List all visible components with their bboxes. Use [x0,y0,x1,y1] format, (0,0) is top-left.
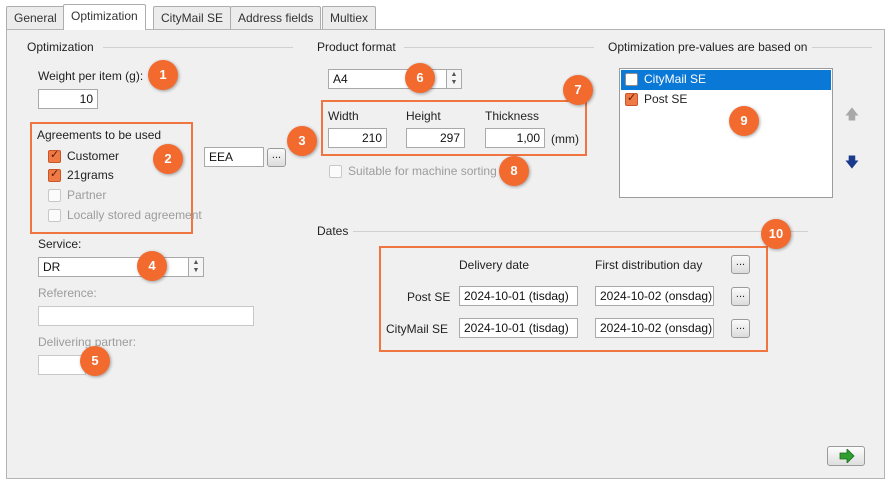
prevalue-postse-checkbox[interactable]: Post SE [625,91,825,108]
width-input[interactable]: 210 [328,128,387,148]
badge-10: 10 [761,219,791,249]
service-label: Service: [38,237,82,251]
service-select[interactable]: DR ▲ ▼ [38,257,204,277]
tab-citymail-se[interactable]: CityMail SE [153,6,232,29]
checkbox-checked-icon [48,167,61,182]
dates-divider [353,231,808,232]
date-row-label-postse: Post SE [407,290,451,304]
prevalue-citymail-label: CityMail SE [644,72,707,86]
move-down-icon[interactable]: 🡇 [844,152,860,176]
postse-dates-browse-button[interactable]: ... [731,287,750,306]
unit-label: (mm) [551,132,579,146]
badge-8: 8 [499,156,529,186]
product-format-section-title: Product format [317,40,396,54]
citymail-delivery-date-input[interactable]: 2024-10-01 (tisdag) [459,318,578,338]
tab-multiex[interactable]: Multiex [322,6,377,29]
postse-first-day-input[interactable]: 2024-10-02 (onsdag) [595,286,714,306]
arrow-right-icon [839,449,855,463]
badge-3: 3 [287,126,317,156]
prevalues-divider [812,47,872,48]
badge-7: 7 [563,75,593,105]
checkbox-unchecked-icon [625,73,638,86]
delivery-date-header: Delivery date [459,258,530,272]
delivering-partner-input[interactable] [38,355,86,375]
prevalue-citymail-checkbox[interactable]: CityMail SE [625,72,825,88]
optimization-divider [103,47,293,48]
prevalue-postse-label: Post SE [644,92,688,106]
list-item[interactable]: CityMail SE [621,70,831,90]
badge-6: 6 [405,63,435,93]
optimization-section-title: Optimization [27,40,94,54]
height-input[interactable]: 297 [406,128,465,148]
checkbox-unchecked-icon [48,189,61,202]
badge-1: 1 [148,60,178,90]
format-select[interactable]: A4 ▲ ▼ [328,69,462,89]
list-item[interactable]: Post SE [621,90,831,110]
thickness-label: Thickness [485,109,540,123]
width-label: Width [328,109,359,123]
tab-optimization[interactable]: Optimization [63,4,146,30]
tab-general[interactable]: General [6,6,65,29]
weight-input[interactable]: 10 [38,89,98,109]
agreement-partner-label: Partner [67,188,107,202]
agreements-label: Agreements to be used [37,128,162,142]
checkbox-unchecked-icon [329,165,342,178]
badge-9: 9 [729,106,759,136]
prevalues-section-title: Optimization pre-values are based on [608,40,808,54]
spinner-updown-icon[interactable]: ▲ ▼ [446,70,461,88]
format-value: A4 [333,72,348,86]
next-button[interactable] [827,446,865,466]
machine-sorting-label: Suitable for machine sorting [348,164,497,178]
reference-label: Reference: [38,286,97,300]
reference-input[interactable] [38,306,254,326]
dates-section-title: Dates [317,224,349,238]
badge-2: 2 [153,144,183,174]
agreement-local-label: Locally stored agreement [67,208,202,222]
eea-browse-button[interactable]: ... [267,148,286,167]
checkbox-checked-icon [625,91,638,106]
optimization-panel: Optimization Weight per item (g): 10 Agr… [6,29,885,479]
dates-header-browse-button[interactable]: ... [731,255,750,274]
weight-label: Weight per item (g): [38,69,144,83]
citymail-first-day-input[interactable]: 2024-10-02 (onsdag) [595,318,714,338]
eea-input[interactable]: EEA [204,147,264,167]
citymail-dates-browse-button[interactable]: ... [731,319,750,338]
first-distribution-header: First distribution day [595,258,703,272]
date-row-label-citymail: CityMail SE [386,322,449,336]
spinner-updown-icon[interactable]: ▲ ▼ [188,258,203,276]
service-value: DR [43,260,61,274]
prevalues-list[interactable]: CityMail SE Post SE [619,68,833,198]
badge-5: 5 [80,346,110,376]
agreement-customer-label: Customer [67,149,120,163]
checkbox-unchecked-icon [48,209,61,222]
product-format-divider [404,47,594,48]
tab-address-fields[interactable]: Address fields [230,6,322,29]
thickness-input[interactable]: 1,00 [485,128,545,148]
badge-4: 4 [137,251,167,281]
checkbox-checked-icon [48,148,61,163]
agreement-21grams-label: 21grams [67,168,114,182]
height-label: Height [406,109,441,123]
move-up-icon[interactable]: 🡅 [844,104,860,128]
postse-delivery-date-input[interactable]: 2024-10-01 (tisdag) [459,286,578,306]
